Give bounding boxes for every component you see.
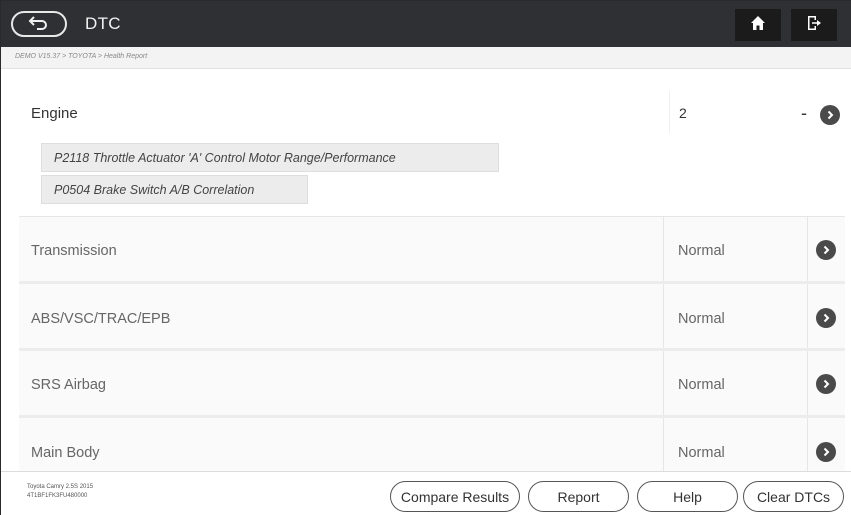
vehicle-info: Toyota Camry 2.5S 2015 4T1BF1FK3FU480000 — [27, 483, 93, 501]
system-name: Transmission — [31, 243, 117, 259]
home-icon — [750, 15, 766, 36]
status-cell: Normal — [663, 351, 803, 415]
system-row-srs-airbag[interactable]: SRS Airbag Normal — [19, 351, 845, 418]
back-button[interactable] — [11, 11, 67, 37]
title-bar: DTC — [1, 1, 851, 47]
chevron-right-icon[interactable] — [816, 240, 836, 260]
system-name: SRS Airbag — [31, 377, 106, 393]
vehicle-vin: 4T1BF1FK3FU480000 — [27, 493, 88, 499]
divider — [669, 91, 670, 133]
system-row-main-body[interactable]: Main Body Normal — [19, 418, 845, 471]
report-button[interactable]: Report — [528, 481, 629, 512]
clear-dtcs-button[interactable]: Clear DTCs — [743, 481, 844, 512]
exit-icon — [806, 15, 822, 36]
chevron-right-icon[interactable] — [816, 442, 836, 462]
chevron-right-icon[interactable] — [816, 308, 836, 328]
footer-bar: Toyota Camry 2.5S 2015 4T1BF1FK3FU480000… — [1, 471, 851, 515]
system-name: ABS/VSC/TRAC/EPB — [31, 311, 171, 327]
system-name: Main Body — [31, 445, 100, 461]
app-window: DTC DEMO V15.37 > TOYOTA > Health Report… — [0, 0, 851, 515]
status-cell: Normal — [663, 217, 803, 281]
status-text: Normal — [678, 377, 725, 393]
compare-results-button[interactable]: Compare Results — [390, 481, 520, 512]
arrow-cell — [807, 284, 845, 348]
dtc-list: Engine 2 - P2118 Throttle Actuator 'A' C… — [1, 69, 851, 471]
breadcrumb: DEMO V15.37 > TOYOTA > Health Report — [1, 47, 851, 69]
collapse-indicator: - — [801, 103, 807, 123]
status-text: Normal — [678, 243, 725, 259]
chevron-right-icon[interactable] — [820, 105, 840, 125]
status-text: Normal — [678, 445, 725, 461]
home-button[interactable] — [735, 9, 781, 41]
help-button[interactable]: Help — [637, 481, 738, 512]
chevron-right-icon[interactable] — [816, 374, 836, 394]
arrow-cell — [807, 217, 845, 281]
system-name: Engine — [31, 105, 78, 122]
dtc-code-item[interactable]: P0504 Brake Switch A/B Correlation — [41, 175, 308, 204]
system-row-abs[interactable]: ABS/VSC/TRAC/EPB Normal — [19, 284, 845, 351]
system-row-engine[interactable]: Engine 2 - P2118 Throttle Actuator 'A' C… — [19, 69, 845, 219]
page-title: DTC — [85, 14, 121, 33]
arrow-cell — [807, 351, 845, 415]
dtc-code-item[interactable]: P2118 Throttle Actuator 'A' Control Moto… — [41, 143, 499, 172]
status-cell: Normal — [663, 418, 803, 471]
dtc-count: 2 — [679, 105, 687, 121]
arrow-cell — [807, 418, 845, 471]
vehicle-model: Toyota Camry 2.5S 2015 — [27, 484, 94, 490]
back-arrow-icon — [28, 14, 50, 35]
exit-button[interactable] — [791, 9, 837, 41]
status-text: Normal — [678, 311, 725, 327]
system-row-transmission[interactable]: Transmission Normal — [19, 217, 845, 284]
status-cell: Normal — [663, 284, 803, 348]
